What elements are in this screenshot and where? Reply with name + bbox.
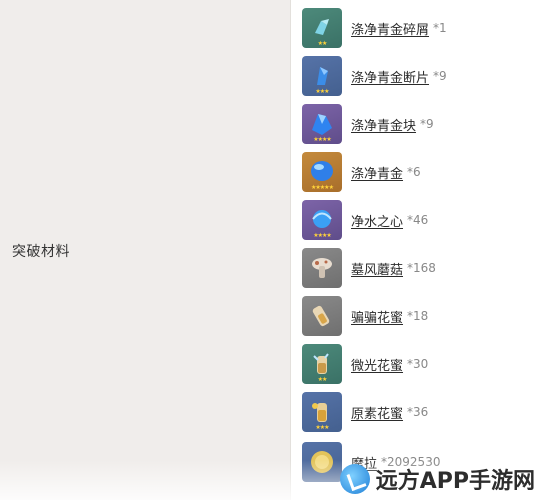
list-item: ★★★★★ 涤净青金 *6: [302, 150, 421, 194]
crystal-gemstone-icon[interactable]: ★★★★★: [302, 152, 342, 192]
crystal-chunk-icon[interactable]: ★★★★: [302, 104, 342, 144]
item-count: *9: [420, 117, 434, 131]
item-count: *18: [407, 309, 429, 323]
item-link[interactable]: 涤净青金碎屑: [351, 19, 429, 38]
item-count: *1: [433, 21, 447, 35]
item-count: *30: [407, 357, 429, 371]
nectar-vial-icon[interactable]: [302, 296, 342, 336]
item-link[interactable]: 净水之心: [351, 211, 403, 230]
list-item: ★★ 涤净青金碎屑 *1: [302, 6, 447, 50]
materials-list: ★★ 涤净青金碎屑 *1 ★★★ 涤净青金断片 *9 ★★★★ 涤净青金块 *9…: [290, 0, 541, 500]
crystal-fragment-icon[interactable]: ★★★: [302, 56, 342, 96]
list-item: ★★★ 涤净青金断片 *9: [302, 54, 447, 98]
rarity-stars: ★★★★★: [311, 184, 334, 191]
category-cell: 突破材料: [0, 0, 290, 500]
watermark: 远方APP手游网: [339, 462, 535, 496]
rarity-stars: ★★★: [315, 424, 329, 431]
watermark-text: 远方APP手游网: [375, 469, 535, 494]
item-count: *6: [407, 165, 421, 179]
item-link[interactable]: 骗骗花蜜: [351, 307, 403, 326]
list-item: ★★★ 原素花蜜 *36: [302, 390, 428, 434]
rarity-stars: ★★: [317, 40, 328, 47]
rarity-stars: ★★: [317, 376, 328, 383]
item-link[interactable]: 涤净青金断片: [351, 67, 429, 86]
watermark-logo-icon: [339, 464, 370, 494]
list-item: ★★★★ 净水之心 *46: [302, 198, 428, 242]
mushroom-icon[interactable]: [302, 248, 342, 288]
item-count: *168: [407, 261, 436, 275]
list-item: ★★★★ 涤净青金块 *9: [302, 102, 434, 146]
item-count: *36: [407, 405, 429, 419]
crystal-shard-icon[interactable]: ★★: [302, 8, 342, 48]
rarity-stars: ★★★★: [313, 232, 332, 239]
item-link[interactable]: 微光花蜜: [351, 355, 403, 374]
rarity-stars: ★★★: [315, 88, 329, 95]
mora-coin-icon[interactable]: [302, 442, 342, 482]
item-link[interactable]: 涤净青金: [351, 163, 403, 182]
item-link[interactable]: 涤净青金块: [351, 115, 416, 134]
item-link[interactable]: 原素花蜜: [351, 403, 403, 422]
rarity-stars: ★★★★: [313, 136, 332, 143]
item-link[interactable]: 墓风蘑菇: [351, 259, 403, 278]
category-label: 突破材料: [12, 244, 70, 260]
shimmering-nectar-icon[interactable]: ★★: [302, 344, 342, 384]
energy-nectar-icon[interactable]: ★★★: [302, 392, 342, 432]
list-item: 墓风蘑菇 *168: [302, 246, 436, 290]
water-heart-icon[interactable]: ★★★★: [302, 200, 342, 240]
list-item: ★★ 微光花蜜 *30: [302, 342, 428, 386]
list-item: 骗骗花蜜 *18: [302, 294, 428, 338]
item-count: *46: [407, 213, 429, 227]
item-count: *9: [433, 69, 447, 83]
